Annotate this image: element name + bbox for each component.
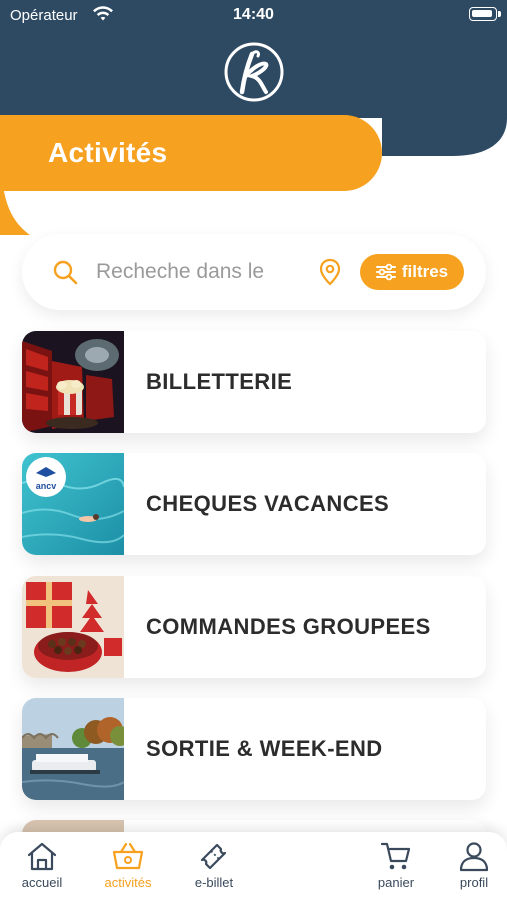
filters-label: filtres <box>401 262 449 281</box>
tab-label: panier <box>377 875 415 890</box>
tab-label: e-billet <box>194 875 234 890</box>
battery-icon <box>469 7 497 21</box>
category-label: CHEQUES VACANCES <box>146 491 390 516</box>
status-bar: Opérateur 14:40 <box>0 0 507 32</box>
sliders-icon <box>375 263 396 281</box>
tab-activites[interactable]: activités <box>88 840 168 890</box>
brand-logo <box>224 42 284 102</box>
category-sortie-week-end[interactable]: SORTIE & WEEK-END <box>22 698 486 800</box>
filters-button[interactable]: filtres <box>360 254 464 290</box>
category-cheques-vacances[interactable]: ancv CHEQUES VACANCES <box>22 453 486 555</box>
category-billetterie[interactable]: BILLETTERIE <box>22 331 486 433</box>
battery-tip <box>498 11 501 17</box>
tab-label: activités <box>104 875 152 890</box>
user-icon <box>459 842 489 872</box>
bottom-tab-bar: accueil activités e-billet panier profil <box>0 832 507 900</box>
location-pin-icon[interactable] <box>319 258 341 286</box>
category-label: BILLETTERIE <box>146 369 293 394</box>
clock: 14:40 <box>233 6 274 23</box>
basket-icon <box>112 842 144 870</box>
home-icon <box>27 842 57 871</box>
ticket-icon <box>200 843 227 870</box>
cart-icon <box>380 842 411 870</box>
app-screen: Opérateur 14:40 Activités Recheche dans … <box>0 0 507 900</box>
swimming-water-image: ancv <box>22 453 124 555</box>
search-input[interactable] <box>96 256 306 288</box>
category-commandes-groupees[interactable]: COMMANDES GROUPEES <box>22 576 486 678</box>
tab-label: profil <box>459 875 489 890</box>
ancv-logo-text: ancv <box>36 481 57 491</box>
page-title-banner: Activités <box>0 115 382 191</box>
tab-accueil[interactable]: accueil <box>2 840 82 890</box>
tab-profil[interactable]: profil <box>434 840 507 890</box>
tab-label: accueil <box>21 875 63 890</box>
tab-e-billet[interactable]: e-billet <box>174 840 254 890</box>
search-bar: filtres <box>22 234 486 310</box>
category-label: SORTIE & WEEK-END <box>146 736 383 761</box>
cinema-seats-image <box>22 331 124 433</box>
paris-river-image <box>22 698 124 800</box>
search-icon[interactable] <box>52 259 78 285</box>
gift-boxes-image <box>22 576 124 678</box>
category-label: COMMANDES GROUPEES <box>146 614 431 639</box>
page-title: Activités <box>48 137 168 168</box>
tab-panier[interactable]: panier <box>356 840 436 890</box>
